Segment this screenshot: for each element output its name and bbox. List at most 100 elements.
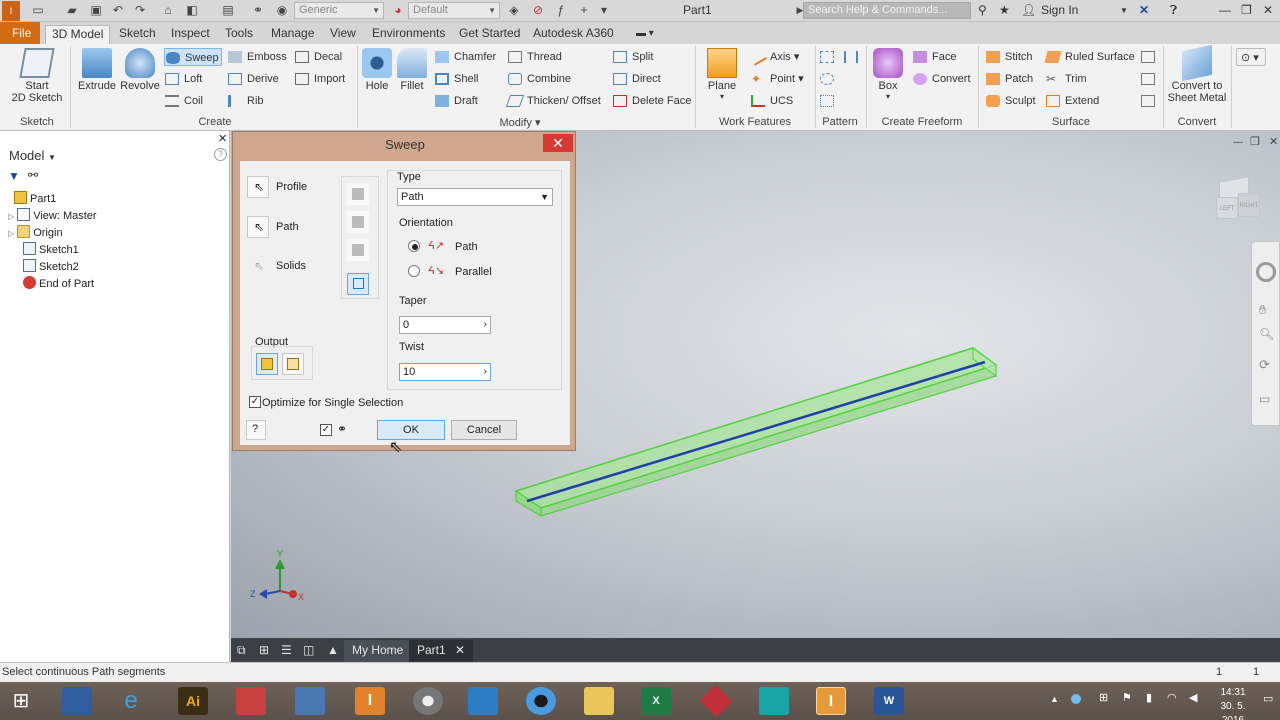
- output-surface-button[interactable]: [282, 353, 304, 375]
- illustrator-icon[interactable]: Ai: [178, 687, 208, 715]
- tile-icon[interactable]: ⊞: [255, 640, 273, 662]
- measure-icon[interactable]: ⚭: [250, 3, 266, 18]
- parameters-icon[interactable]: ƒ: [553, 3, 569, 18]
- surface-extra3-button[interactable]: [1140, 92, 1156, 110]
- undo-icon[interactable]: ↶: [110, 3, 126, 18]
- viewport-close-icon[interactable]: ✕: [1269, 135, 1278, 148]
- cut-button[interactable]: [347, 211, 369, 233]
- tab-tools[interactable]: Tools: [219, 25, 259, 44]
- thicken-offset-button[interactable]: Thicken/ Offset: [505, 92, 601, 110]
- customize-icon[interactable]: ▾: [596, 3, 612, 18]
- tree-item-end-of-part[interactable]: End of Part: [23, 276, 94, 292]
- circular-pattern-button[interactable]: [819, 70, 835, 88]
- arrange-horizontal-icon[interactable]: ☰: [277, 640, 296, 662]
- plane-button[interactable]: Plane ▾: [703, 48, 741, 101]
- ruled-surface-button[interactable]: Ruled Surface: [1044, 48, 1135, 66]
- decal-button[interactable]: Decal: [294, 48, 342, 66]
- cancel-button[interactable]: Cancel: [451, 420, 517, 440]
- orientation-path-radio[interactable]: [408, 240, 420, 252]
- rib-button[interactable]: Rib: [227, 92, 264, 110]
- help-icon[interactable]: ❓︎: [1170, 3, 1177, 18]
- tray-flag-icon[interactable]: ⚑: [1122, 691, 1132, 704]
- ok-button[interactable]: OK: [377, 420, 445, 440]
- stitch-button[interactable]: Stitch: [985, 48, 1033, 66]
- tab-inspect[interactable]: Inspect: [165, 25, 216, 44]
- path-select-button[interactable]: ⇖: [247, 216, 269, 238]
- tab-view[interactable]: View: [324, 25, 362, 44]
- sweep-button[interactable]: Sweep: [164, 48, 222, 66]
- expand-icon[interactable]: ▷: [8, 212, 14, 221]
- face-button[interactable]: Face: [912, 48, 956, 66]
- fillet-button[interactable]: Fillet: [396, 48, 428, 92]
- tab-autodesk-a360[interactable]: Autodesk A360: [527, 25, 620, 44]
- tray-network-icon[interactable]: ⊞: [1099, 691, 1108, 704]
- sketch-pattern-button[interactable]: [819, 92, 835, 110]
- inventor-icon[interactable]: I: [355, 687, 385, 715]
- viewcube-left-face[interactable]: LEFT: [1216, 197, 1238, 219]
- trim-button[interactable]: ✂ Trim: [1045, 70, 1087, 88]
- join-button[interactable]: [347, 183, 369, 205]
- extend-button[interactable]: Extend: [1045, 92, 1099, 110]
- steering-wheel-icon[interactable]: [1256, 262, 1276, 282]
- revolve-button[interactable]: Revolve: [119, 48, 161, 92]
- pan-icon[interactable]: ✋︎: [1259, 302, 1266, 318]
- minimize-icon[interactable]: —: [1219, 3, 1231, 17]
- close-icon[interactable]: ✕: [1263, 3, 1273, 17]
- orbit-icon[interactable]: ⟳: [1259, 357, 1270, 373]
- tree-item-part1[interactable]: Part1: [14, 191, 56, 207]
- inventor-pro-icon[interactable]: I: [816, 687, 846, 715]
- surface-extra-button[interactable]: [1140, 48, 1156, 66]
- 3d-app-icon[interactable]: [699, 684, 733, 718]
- extrude-button[interactable]: Extrude: [77, 48, 117, 92]
- screen-recorder-icon[interactable]: [526, 687, 556, 715]
- combine-button[interactable]: Combine: [507, 70, 571, 88]
- split-button[interactable]: Split: [612, 48, 653, 66]
- tray-app-icon[interactable]: [1071, 694, 1081, 704]
- redo-icon[interactable]: ↷: [132, 3, 148, 18]
- convert-freeform-button[interactable]: Convert: [912, 70, 971, 88]
- tree-item-view-master[interactable]: ▷ View: Master: [8, 208, 97, 224]
- panel-title-modify[interactable]: Modify ▾: [430, 116, 610, 129]
- dialog-help-button[interactable]: ?: [246, 420, 266, 440]
- tree-item-origin[interactable]: ▷ Origin: [8, 225, 63, 241]
- start-icon[interactable]: ⊞: [6, 687, 36, 715]
- cascade-icon[interactable]: ⧉: [233, 640, 250, 662]
- clear-appearance-icon[interactable]: ⊘: [530, 3, 546, 18]
- browser-close-icon[interactable]: ✕: [218, 132, 227, 145]
- tray-volume-icon[interactable]: ◀: [1189, 691, 1197, 704]
- preview-checkbox[interactable]: ✓: [320, 424, 332, 436]
- tab-get-started[interactable]: Get Started: [453, 25, 526, 44]
- look-at-icon[interactable]: ▭: [1259, 392, 1270, 406]
- filter-icon[interactable]: ▼: [8, 169, 20, 183]
- orientation-parallel-radio[interactable]: [408, 265, 420, 277]
- excel-icon[interactable]: X: [641, 687, 671, 715]
- restore-icon[interactable]: ❐: [1241, 3, 1252, 17]
- taper-input[interactable]: 0 ›: [399, 316, 491, 334]
- viewcube-right-face[interactable]: RIGHT: [1238, 193, 1260, 217]
- ucs-button[interactable]: UCS: [750, 92, 793, 110]
- delete-face-button[interactable]: Delete Face: [612, 92, 691, 110]
- chevron-right-icon[interactable]: ›: [484, 364, 487, 380]
- favorites-icon[interactable]: ★: [999, 3, 1010, 17]
- adjust-icon[interactable]: ◈: [506, 3, 522, 18]
- arrange-vertical-icon[interactable]: ◫: [299, 640, 318, 662]
- surface-extra2-button[interactable]: [1140, 70, 1156, 88]
- maya-icon[interactable]: [759, 687, 789, 715]
- tab-sketch[interactable]: Sketch: [113, 25, 162, 44]
- box-button[interactable]: Box ▾: [870, 48, 906, 101]
- coil-button[interactable]: Coil: [164, 92, 203, 110]
- optimize-checkbox[interactable]: ✓: [249, 396, 261, 408]
- exchange-icon[interactable]: ✕: [1139, 3, 1149, 17]
- rectangular-pattern-button[interactable]: [819, 48, 835, 66]
- tab-3d-model[interactable]: 3D Model: [45, 25, 111, 44]
- browser-help-icon[interactable]: ?: [214, 148, 227, 161]
- tray-arrow-icon[interactable]: ▲: [1050, 694, 1059, 704]
- mirror-button[interactable]: [843, 48, 859, 66]
- ribbon-options-button[interactable]: ⊙ ▾: [1236, 48, 1266, 66]
- tab-file[interactable]: File: [0, 22, 40, 44]
- binoculars-icon[interactable]: ⚲: [978, 3, 987, 17]
- profile-select-button[interactable]: ⇖: [247, 176, 269, 198]
- type-dropdown[interactable]: Path ▼: [397, 188, 553, 206]
- ribbon-toggle-icon[interactable]: ▬ ▾: [630, 25, 660, 44]
- update-icon[interactable]: ◧: [184, 3, 200, 18]
